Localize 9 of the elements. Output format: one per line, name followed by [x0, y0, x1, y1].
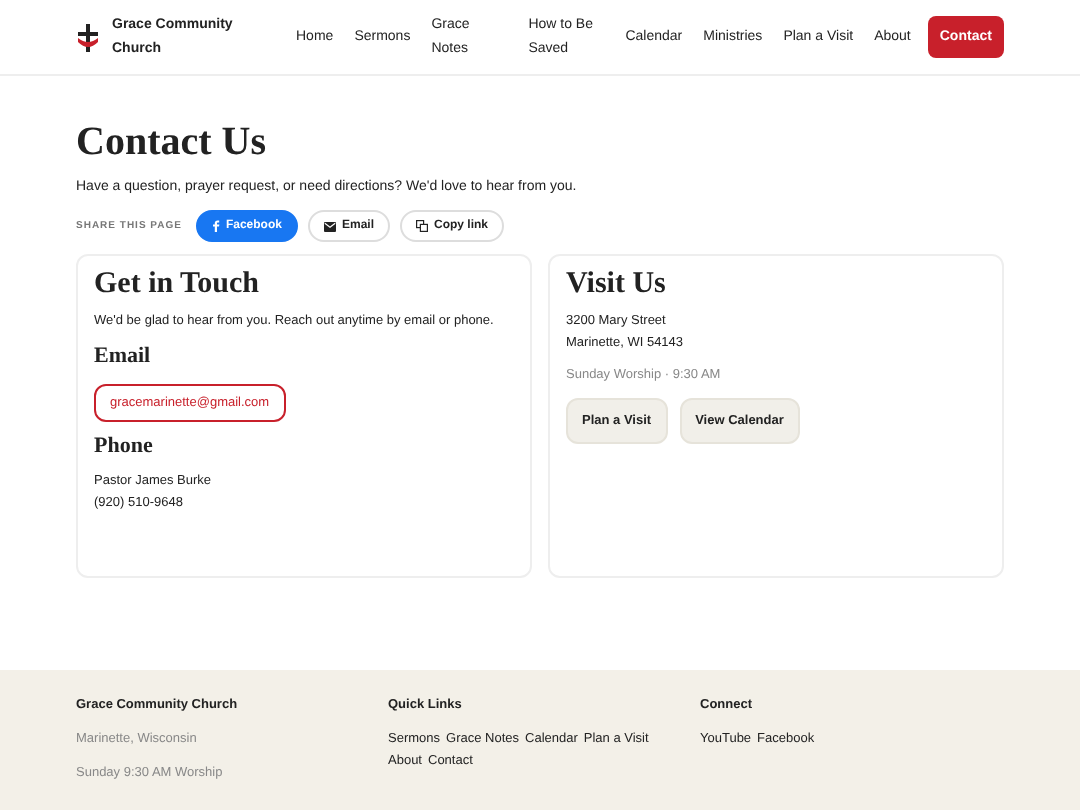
copy-icon — [416, 220, 428, 232]
section-heading: Email — [94, 344, 153, 369]
cross-icon — [76, 23, 100, 51]
facebook-icon — [211, 220, 220, 232]
page-title: Contact Us — [76, 120, 268, 166]
card-title: Visit Us — [566, 268, 668, 302]
envelope-icon — [323, 221, 336, 231]
section-heading: Phone — [94, 434, 155, 459]
card-title: Get in Touch — [94, 268, 262, 302]
